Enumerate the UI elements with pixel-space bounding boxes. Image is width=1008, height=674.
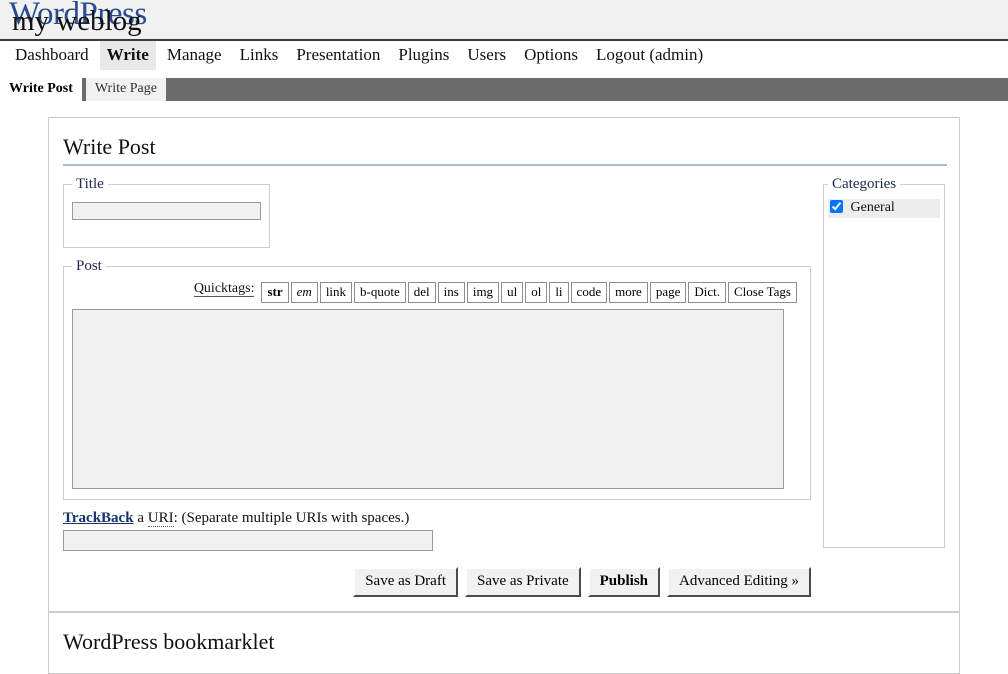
nav-item-manage[interactable]: Manage — [160, 41, 229, 70]
categories-fieldset: Categories General — [823, 176, 945, 548]
trackback-link[interactable]: TrackBack — [63, 510, 134, 526]
quicktags-toolbar: Quicktags: stremlinkb-quotedelinsimguloll… — [72, 279, 802, 307]
trackback-label-row: TrackBack a URI: (Separate multiple URIs… — [63, 510, 811, 527]
post-legend: Post — [72, 258, 106, 275]
nav-link-links[interactable]: Links — [233, 41, 286, 70]
page-title: Write Post — [63, 134, 947, 166]
nav-item-logout[interactable]: Logout (admin) — [589, 41, 710, 70]
quicktag-button-page[interactable]: page — [650, 282, 687, 303]
post-form-column: Title Post Quicktags: stremlinkb-quotedel… — [63, 176, 811, 597]
quicktag-button-ins[interactable]: ins — [438, 282, 465, 303]
nav-link-options[interactable]: Options — [517, 41, 585, 70]
category-label-general: General — [851, 200, 895, 215]
quicktag-button-link[interactable]: link — [320, 282, 352, 303]
site-header: WordPress my weblog — [0, 0, 1008, 41]
write-post-panel: Write Post Categories General Title — [48, 117, 960, 612]
publish-button[interactable]: Publish — [588, 567, 660, 597]
title-fieldset: Title — [63, 176, 270, 248]
nav-item-users[interactable]: Users — [460, 41, 513, 70]
quicktag-button-ul[interactable]: ul — [501, 282, 523, 303]
nav-link-dashboard[interactable]: Dashboard — [8, 41, 96, 70]
quicktag-button-str[interactable]: str — [261, 282, 288, 303]
quicktag-button-li[interactable]: li — [549, 282, 568, 303]
quicktag-button-ol[interactable]: ol — [525, 282, 547, 303]
post-fieldset: Post Quicktags: stremlinkb-quotedelinsimg… — [63, 258, 811, 500]
quicktags-label: Quicktags: — [194, 281, 255, 297]
quicktag-button-b-quote[interactable]: b-quote — [354, 282, 406, 303]
tab-write-page[interactable]: Write Page — [86, 78, 166, 101]
trackback-uri-input[interactable] — [63, 530, 433, 551]
quicktag-button-more[interactable]: more — [609, 282, 648, 303]
primary-navigation: Dashboard Write Manage Links Presentatio… — [0, 41, 1008, 78]
nav-link-plugins[interactable]: Plugins — [391, 41, 456, 70]
quicktag-button-code[interactable]: code — [571, 282, 608, 303]
quicktag-button-img[interactable]: img — [467, 282, 499, 303]
category-item-general[interactable]: General — [828, 199, 940, 218]
nav-item-write[interactable]: Write — [100, 41, 156, 70]
tab-write-post[interactable]: Write Post — [0, 78, 82, 101]
quicktag-button-em[interactable]: em — [291, 282, 318, 303]
trackback-mid-text: a — [134, 510, 148, 526]
quicktag-button-close-tags[interactable]: Close Tags — [728, 282, 797, 303]
categories-legend: Categories — [828, 176, 900, 193]
nav-item-presentation[interactable]: Presentation — [289, 41, 387, 70]
title-legend: Title — [72, 176, 108, 193]
post-title-input[interactable] — [72, 202, 261, 220]
quicktag-button-del[interactable]: del — [408, 282, 436, 303]
nav-item-links[interactable]: Links — [233, 41, 286, 70]
nav-link-users[interactable]: Users — [460, 41, 513, 70]
blog-name: my weblog — [12, 5, 142, 38]
advanced-editing-button[interactable]: Advanced Editing » — [667, 567, 811, 597]
category-checkbox-general[interactable] — [830, 200, 843, 213]
bookmarklet-panel-title: WordPress bookmarklet — [63, 629, 959, 655]
secondary-navigation: Write Post Write Page — [0, 78, 1008, 101]
primary-nav-list: Dashboard Write Manage Links Presentatio… — [0, 41, 1008, 70]
quicktag-button-dict[interactable]: Dict. — [688, 282, 726, 303]
bookmarklet-panel: WordPress bookmarklet — [48, 612, 960, 674]
nav-link-logout[interactable]: Logout (admin) — [589, 41, 710, 70]
trackback-uri-abbr: URI — [148, 510, 174, 527]
categories-column: Categories General — [823, 176, 945, 558]
form-columns: Categories General Title Post Quicktags:… — [49, 176, 959, 597]
nav-link-write[interactable]: Write — [100, 41, 156, 70]
trackback-colon: : — [174, 510, 178, 526]
nav-item-options[interactable]: Options — [517, 41, 585, 70]
save-as-private-button[interactable]: Save as Private — [465, 567, 581, 597]
nav-link-presentation[interactable]: Presentation — [289, 41, 387, 70]
nav-item-plugins[interactable]: Plugins — [391, 41, 456, 70]
secondary-nav-list: Write Post Write Page — [0, 78, 1008, 101]
form-actions: Save as DraftSave as PrivatePublishAdvan… — [63, 551, 811, 597]
save-as-draft-button[interactable]: Save as Draft — [353, 567, 458, 597]
tab-link-write-page[interactable]: Write Page — [86, 78, 166, 101]
trackback-hint: (Separate multiple URIs with spaces.) — [182, 510, 410, 526]
nav-link-manage[interactable]: Manage — [160, 41, 229, 70]
categories-list: General — [828, 199, 940, 218]
nav-item-dashboard[interactable]: Dashboard — [8, 41, 96, 70]
tab-link-write-post[interactable]: Write Post — [0, 78, 82, 101]
post-content-textarea[interactable] — [72, 309, 784, 489]
